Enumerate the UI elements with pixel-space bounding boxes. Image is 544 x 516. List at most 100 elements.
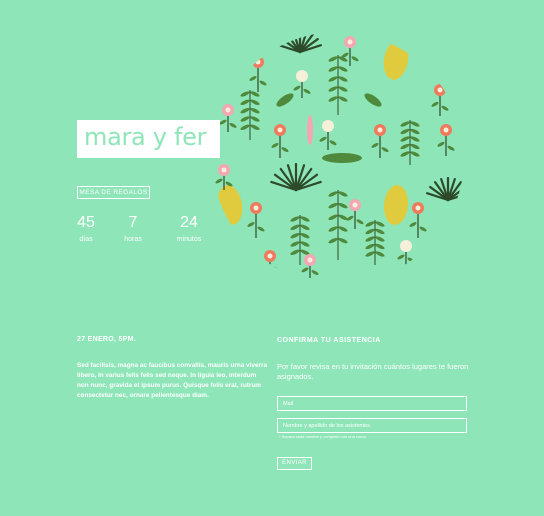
flower-13-leaf [301, 267, 309, 273]
flower-10-leaf [257, 226, 265, 232]
fern-center-bottom-leaf [338, 226, 348, 232]
fern-center-bottom-leaf [338, 202, 348, 209]
countdown-minutes-value: 24 [180, 214, 198, 231]
flower-12-center [352, 202, 358, 208]
fern-center-top-leaf [338, 76, 348, 82]
fern-left-leaf [240, 107, 250, 114]
flower-9-leaf [329, 140, 337, 146]
leaf-left-mid [276, 93, 294, 107]
flower-10-leaf [247, 222, 255, 227]
fern-center-top-leaf [328, 86, 338, 92]
fern-left-leaf [240, 124, 250, 131]
fern-right-leaf [400, 151, 410, 157]
fern-left-leaf [250, 91, 260, 97]
fern-bottom-left-leaf [290, 224, 300, 231]
fern-bottom-right-leaf [365, 228, 375, 235]
flower-10-center [253, 205, 259, 211]
fern-bottom-left-leaf [290, 241, 300, 247]
flower-16-leaf [293, 85, 301, 91]
fern-left-leaf [240, 91, 250, 97]
flower-9-leaf [319, 136, 327, 142]
flower-3-leaf [431, 101, 439, 107]
fern-center-top-leaf [338, 96, 348, 102]
fern-bottom-left-leaf [290, 232, 300, 239]
gift-registry-button[interactable]: MESA DE REGALOS [77, 186, 150, 199]
flower-6-leaf [381, 147, 389, 153]
mail-input[interactable] [277, 396, 467, 411]
flower-12-leaf [356, 219, 364, 225]
fern-bottom-right-leaf [375, 228, 385, 235]
leaf-right-mid [364, 93, 382, 107]
yellow-leaf-top [383, 40, 409, 80]
flower-15-center [267, 253, 273, 259]
fern-bottom-left-leaf [290, 216, 300, 222]
fern-bottom-left-leaf [290, 249, 300, 256]
flower-3-center [437, 87, 443, 93]
fern-bottom-right-leaf [365, 243, 375, 250]
countdown-hours-label: horas [124, 236, 142, 243]
fern-right-leaf [400, 143, 410, 150]
fern-center-bottom-leaf [328, 237, 338, 244]
submit-button[interactable]: ENVIAR [277, 457, 312, 470]
flower-14-center [403, 243, 409, 249]
fern-left-leaf [240, 116, 250, 122]
event-description: Sed facilisis, magna ac faucibus convall… [77, 362, 268, 399]
flower-15-leaf [271, 266, 279, 272]
fern-center-top-leaf [328, 66, 338, 72]
flower-1-leaf [259, 80, 267, 86]
flower-4-center [225, 107, 231, 113]
fern-center-bottom-leaf [328, 214, 338, 221]
couple-names-title: mara y fer [84, 123, 207, 151]
fern-center-top-leaf [338, 86, 348, 92]
flower-2-center [347, 39, 353, 45]
yellow-leaf-left [217, 185, 243, 225]
event-date-heading: 27 ENERO, 5PM. [77, 336, 137, 343]
flower-5-leaf [281, 147, 289, 153]
fern-center-top-leaf [338, 66, 348, 72]
flower-7-center [443, 127, 449, 133]
fern-right-leaf [410, 121, 420, 127]
flower-13-center [307, 257, 313, 263]
pink-spike [307, 115, 313, 145]
fern-bottom-right-leaf [375, 221, 385, 227]
flower-5-center [277, 127, 283, 133]
fern-right-leaf [400, 128, 410, 135]
fern-right-leaf [400, 136, 410, 142]
fern-center-top-leaf [328, 96, 338, 102]
flower-3-leaf [441, 105, 449, 111]
fern-right-leaf [400, 121, 410, 127]
flower-6-leaf [371, 142, 379, 148]
gift-registry-label: MESA DE REGALOS [79, 189, 148, 196]
fern-left-leaf [250, 107, 260, 114]
fern-bottom-right-leaf [375, 243, 385, 250]
guest-names-hint: * Separa cada nombre y completo con una … [279, 434, 366, 439]
fern-center-bottom-leaf [328, 226, 338, 232]
fern-left-leaf [240, 99, 250, 106]
flower-11-leaf [419, 226, 427, 232]
fern-center-bottom-leaf [338, 191, 348, 197]
countdown-days-label: días [79, 236, 93, 243]
flower-13-leaf [311, 270, 319, 276]
flower-4-leaf [219, 119, 227, 125]
fern-left-leaf [250, 116, 260, 122]
fern-bottom-right-leaf [365, 221, 375, 227]
flower-7-leaf [437, 141, 445, 147]
flower-2-leaf [351, 56, 359, 62]
fern-bottom-left-leaf [300, 232, 310, 239]
guest-names-input[interactable] [277, 418, 467, 433]
flower-11-center [415, 205, 421, 211]
fern-left-leaf [250, 99, 260, 106]
flower-16-leaf [303, 88, 311, 94]
rsvp-heading: CONFIRMA TU ASISTENCIA [277, 337, 381, 344]
flower-5-leaf [271, 142, 279, 148]
flower-9-center [325, 123, 331, 129]
flower-4-leaf [229, 122, 237, 128]
flower-6-center [377, 127, 383, 133]
flower-8-center [221, 167, 227, 173]
couple-names-title-box: mara y fer [77, 120, 220, 158]
fern-bottom-right-leaf [365, 236, 375, 242]
flower-8-leaf [215, 178, 223, 184]
fern-center-top-leaf [328, 76, 338, 82]
fern-center-bottom-leaf [328, 191, 338, 197]
flower-11-leaf [409, 222, 417, 227]
